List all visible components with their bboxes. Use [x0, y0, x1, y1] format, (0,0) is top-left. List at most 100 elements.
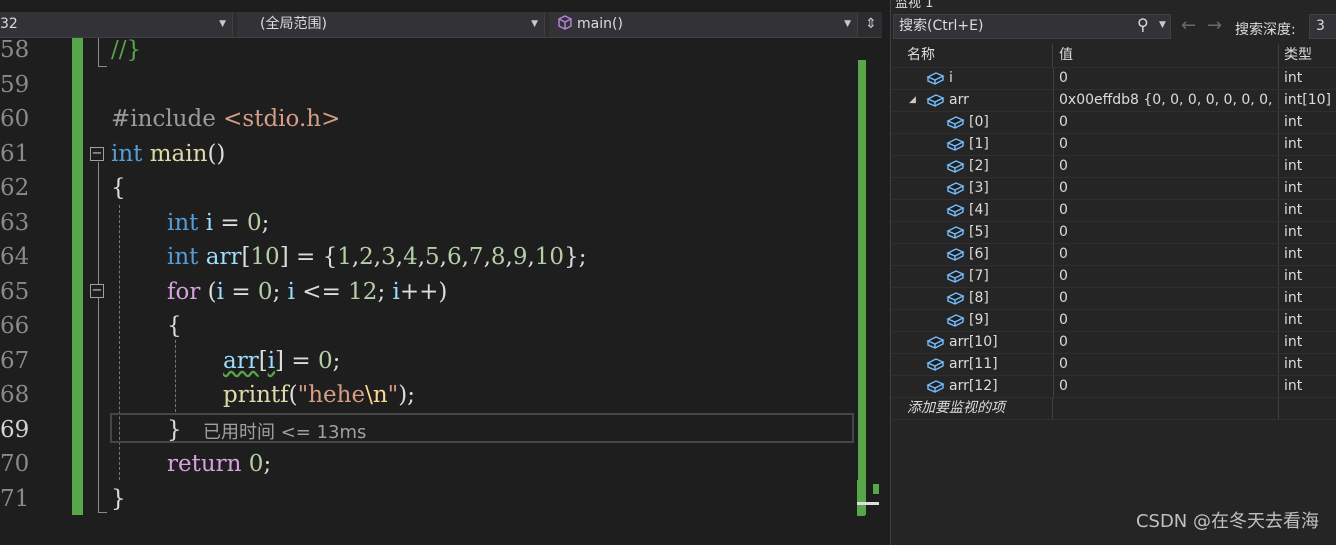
add-watch-item[interactable]: 添加要监视的项 [891, 398, 1053, 419]
watch-row-name[interactable]: arr[12] [891, 376, 1054, 397]
search-depth-input[interactable]: 3 [1309, 14, 1336, 39]
watch-search-input[interactable]: 搜索(Ctrl+E) [893, 14, 1171, 39]
watch-row-type[interactable]: int [1279, 354, 1336, 375]
watch-row[interactable]: [2] 0 int [891, 156, 1336, 178]
watch-row-name[interactable]: [4] [891, 200, 1054, 221]
add-watch-value[interactable] [1053, 398, 1279, 419]
scope-dropdown-label: (全局范围) [260, 16, 327, 32]
watch-row-name[interactable]: [9] [891, 310, 1054, 331]
scope-dropdown[interactable]: (全局范围) ▼ [237, 12, 545, 37]
watch-row-type[interactable]: int [1279, 68, 1336, 89]
watch-row-value[interactable]: 0 [1053, 178, 1279, 199]
watch-row[interactable]: arr[10] 0 int [891, 332, 1336, 354]
code-line: //} [111, 37, 142, 63]
watch-row-type[interactable]: int[10] [1279, 90, 1336, 111]
watch-name-label: [5] [969, 224, 989, 240]
line-number: 64 [0, 244, 30, 270]
split-editor-icon[interactable]: ⇕ [860, 12, 882, 37]
watch-row[interactable]: arr[12] 0 int [891, 376, 1336, 398]
header-name[interactable]: 名称 [891, 44, 1053, 67]
watch-row-name[interactable]: ◢ arr [891, 90, 1054, 111]
variable-icon [945, 181, 965, 199]
navigation-bar: 32 ▼ (全局范围) ▼ main() ▼ [0, 12, 882, 38]
watch-row-value[interactable]: 0 [1053, 68, 1279, 89]
watch-row-value[interactable]: 0 [1053, 156, 1279, 177]
watch-row-type[interactable]: int [1279, 310, 1336, 331]
watch-row[interactable]: [0] 0 int [891, 112, 1336, 134]
collapse-main-icon[interactable]: − [90, 147, 104, 161]
code-line: for (i = 0; i <= 12; i++) [167, 279, 448, 305]
watch-name-label: [4] [969, 202, 989, 218]
watch-row-type[interactable]: int [1279, 156, 1336, 177]
watch-row[interactable]: i 0 int [891, 68, 1336, 90]
watch-row-type[interactable]: int [1279, 244, 1336, 265]
add-watch-type[interactable] [1279, 398, 1336, 419]
header-value[interactable]: 值 [1053, 44, 1279, 67]
code-editor[interactable]: 32 ▼ (全局范围) ▼ main() ▼ ⇕ 58 59 60 61 62 … [0, 0, 882, 545]
back-arrow-icon[interactable]: ← [1181, 15, 1196, 36]
watch-row-type[interactable]: int [1279, 376, 1336, 397]
watch-row-type[interactable]: int [1279, 288, 1336, 309]
add-watch-row[interactable]: 添加要监视的项 [891, 398, 1336, 420]
vertical-scrollbar[interactable] [858, 60, 866, 515]
watch-row-name[interactable]: arr[10] [891, 332, 1054, 353]
watch-row-value[interactable]: 0 [1053, 310, 1279, 331]
watch-row[interactable]: [3] 0 int [891, 178, 1336, 200]
watch-row-value[interactable]: 0 [1053, 376, 1279, 397]
watch-row-name[interactable]: [8] [891, 288, 1054, 309]
function-dropdown[interactable]: main() ▼ [549, 12, 858, 37]
watch-row-name[interactable]: i [891, 68, 1054, 89]
watch-row-value[interactable]: 0 [1053, 332, 1279, 353]
watch-row-type[interactable]: int [1279, 222, 1336, 243]
watch-row-name[interactable]: [0] [891, 112, 1054, 133]
code-line: #include <stdio.h> [111, 106, 341, 132]
watch-row-name[interactable]: [6] [891, 244, 1054, 265]
watch-row-name[interactable]: [3] [891, 178, 1054, 199]
watch-row-name[interactable]: [2] [891, 156, 1054, 177]
watch-row[interactable]: [4] 0 int [891, 200, 1336, 222]
watch-row[interactable]: [1] 0 int [891, 134, 1336, 156]
header-type[interactable]: 类型 [1279, 44, 1336, 67]
code-line: { [111, 175, 126, 201]
watch-row-type[interactable]: int [1279, 134, 1336, 155]
search-icon[interactable]: ⚲ [1137, 15, 1149, 34]
watch-row[interactable]: [5] 0 int [891, 222, 1336, 244]
watch-row[interactable]: [9] 0 int [891, 310, 1336, 332]
watch-row[interactable]: arr[11] 0 int [891, 354, 1336, 376]
watch-row-type[interactable]: int [1279, 112, 1336, 133]
watch-row-type[interactable]: int [1279, 200, 1336, 221]
line-number: 68 [0, 382, 30, 408]
watch-row-value[interactable]: 0 [1053, 200, 1279, 221]
watch-row-value[interactable]: 0 [1053, 222, 1279, 243]
chevron-down-icon[interactable]: ▼ [1159, 20, 1166, 30]
variable-icon [945, 225, 965, 243]
watch-name-label: [1] [969, 136, 989, 152]
watch-row-name[interactable]: arr[11] [891, 354, 1054, 375]
watch-row-type[interactable]: int [1279, 178, 1336, 199]
indent-guide [175, 340, 176, 412]
watch-row-name[interactable]: [7] [891, 266, 1054, 287]
watch-name-label: [9] [969, 312, 989, 328]
scroll-position-marker[interactable] [857, 480, 879, 516]
forward-arrow-icon[interactable]: → [1207, 15, 1222, 36]
watch-row-value[interactable]: 0 [1053, 288, 1279, 309]
watch-row-name[interactable]: [1] [891, 134, 1054, 155]
project-dropdown[interactable]: 32 ▼ [0, 12, 233, 37]
line-number-current: 69 [0, 417, 30, 443]
watch-row[interactable]: [7] 0 int [891, 266, 1336, 288]
watch-row-name[interactable]: [5] [891, 222, 1054, 243]
watch-row-value[interactable]: 0 [1053, 354, 1279, 375]
watch-row-value[interactable]: 0 [1053, 112, 1279, 133]
watch-row-value[interactable]: 0 [1053, 266, 1279, 287]
watch-row[interactable]: [6] 0 int [891, 244, 1336, 266]
watch-row-value[interactable]: 0x00effdb8 {0, 0, 0, 0, 0, 0, 0, 0, 0... [1053, 90, 1279, 111]
watch-row-value[interactable]: 0 [1053, 244, 1279, 265]
code-line: } [167, 417, 182, 443]
watch-row[interactable]: [8] 0 int [891, 288, 1336, 310]
watch-row-value[interactable]: 0 [1053, 134, 1279, 155]
expand-triangle-icon[interactable]: ◢ [909, 90, 916, 111]
collapse-for-icon[interactable]: − [90, 284, 104, 298]
watch-row-type[interactable]: int [1279, 266, 1336, 287]
watch-row[interactable]: ◢ arr 0x00effdb8 {0, 0, 0, 0, 0, 0, 0, 0, … [891, 90, 1336, 112]
watch-row-type[interactable]: int [1279, 332, 1336, 353]
